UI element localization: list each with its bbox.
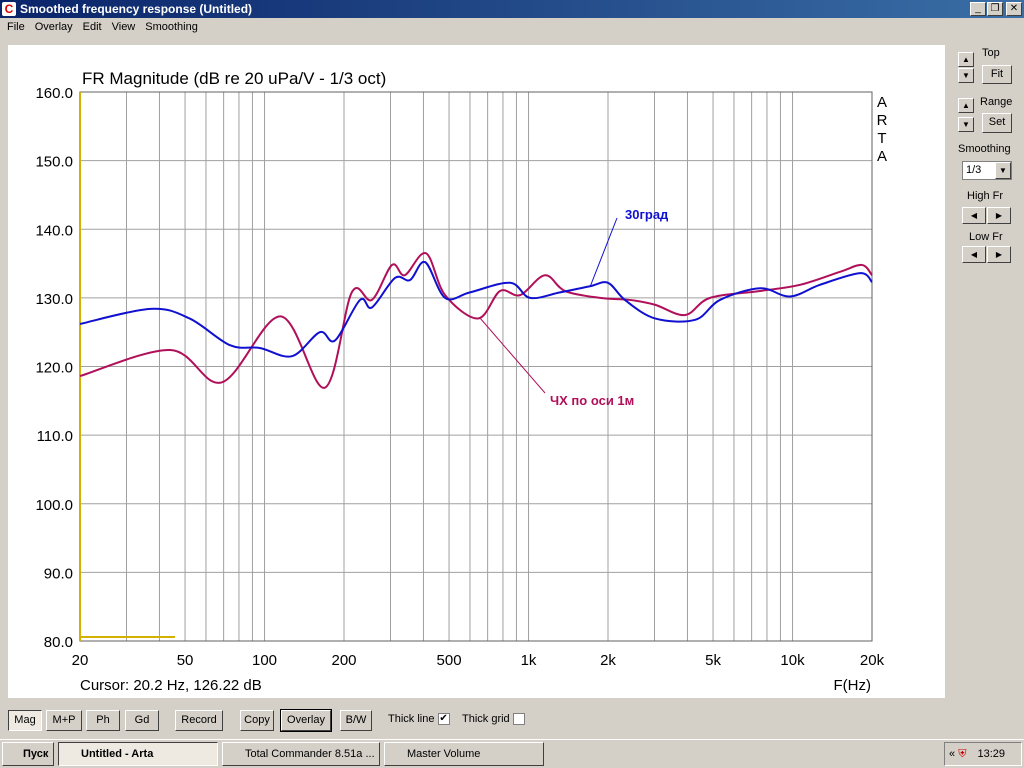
task-label: Untitled - Arta bbox=[81, 748, 154, 760]
y-tick-label: 140.0 bbox=[35, 222, 73, 239]
high-fr-right-button[interactable]: ▶ bbox=[987, 207, 1011, 224]
top-down-button[interactable]: ▼ bbox=[958, 68, 974, 83]
chevron-down-icon[interactable]: ▼ bbox=[995, 162, 1011, 179]
x-tick-label: 500 bbox=[437, 652, 462, 669]
gd-button[interactable]: Gd bbox=[125, 710, 159, 731]
x-tick-label: 20 bbox=[72, 652, 89, 669]
thick-grid-option[interactable]: Thick grid bbox=[462, 713, 525, 726]
task-master-volume[interactable]: Master Volume bbox=[384, 742, 544, 766]
ph-button[interactable]: Ph bbox=[86, 710, 120, 731]
record-button[interactable]: Record bbox=[175, 710, 223, 731]
x-tick-label: 200 bbox=[331, 652, 356, 669]
y-tick-label: 90.0 bbox=[44, 565, 73, 582]
x-tick-label: 50 bbox=[177, 652, 194, 669]
range-label: Range bbox=[980, 96, 1013, 108]
x-tick-label: 100 bbox=[252, 652, 277, 669]
copy-button[interactable]: Copy bbox=[240, 710, 274, 731]
thick-line-checkbox[interactable]: ✔ bbox=[437, 713, 450, 726]
x-axis-label: F(Hz) bbox=[834, 677, 872, 694]
start-label: Пуск bbox=[23, 748, 49, 760]
thick-line-label: Thick line bbox=[388, 713, 435, 725]
low-fr-label: Low Fr bbox=[969, 231, 1003, 243]
start-button[interactable]: Пуск bbox=[2, 742, 54, 766]
task-label: Total Commander 8.51a ... bbox=[245, 748, 375, 760]
mag-button[interactable]: Mag bbox=[8, 710, 42, 731]
smoothing-value: 1/3 bbox=[966, 164, 982, 176]
x-tick-label: 1k bbox=[521, 652, 537, 669]
cursor-readout: Cursor: 20.2 Hz, 126.22 dB bbox=[80, 677, 262, 694]
y-tick-label: 100.0 bbox=[35, 497, 73, 514]
x-tick-label: 20k bbox=[860, 652, 885, 669]
brand-letter: A bbox=[877, 148, 887, 165]
overlay-button[interactable]: Overlay bbox=[280, 709, 332, 732]
series-line-0 bbox=[79, 252, 873, 389]
annotation-30grad: 30град bbox=[625, 207, 669, 222]
annotation-axis-1m: ЧХ по оси 1м bbox=[550, 393, 634, 408]
x-tick-label: 2k bbox=[600, 652, 616, 669]
task-arta[interactable]: Untitled - Arta bbox=[58, 742, 218, 766]
chart-title: FR Magnitude (dB re 20 uPa/V - 1/3 oct) bbox=[82, 69, 386, 88]
annotation-pointer-axis bbox=[479, 317, 546, 394]
brand-letter: R bbox=[877, 112, 888, 129]
shield-icon[interactable]: ⛨ bbox=[958, 748, 966, 760]
y-tick-label: 130.0 bbox=[35, 291, 73, 308]
thick-grid-label: Thick grid bbox=[462, 713, 510, 725]
tray-expand-button[interactable]: « bbox=[949, 748, 955, 760]
brand-letter: T bbox=[877, 130, 886, 147]
top-up-button[interactable]: ▲ bbox=[958, 52, 974, 67]
task-total-commander[interactable]: Total Commander 8.51a ... bbox=[222, 742, 380, 766]
smoothing-select[interactable]: 1/3 ▼ bbox=[962, 161, 1012, 180]
system-tray: « ⛨ 13:29 bbox=[944, 742, 1022, 766]
low-fr-left-button[interactable]: ◀ bbox=[962, 246, 986, 263]
annotation-pointer-30grad bbox=[589, 217, 618, 288]
range-down-button[interactable]: ▼ bbox=[958, 117, 974, 132]
brand-letter: A bbox=[877, 94, 887, 111]
fit-button[interactable]: Fit bbox=[982, 65, 1012, 84]
x-tick-label: 5k bbox=[705, 652, 721, 669]
top-label: Top bbox=[982, 47, 1000, 59]
series-line-1 bbox=[79, 260, 873, 358]
y-tick-label: 120.0 bbox=[35, 360, 73, 377]
bw-button[interactable]: B/W bbox=[340, 710, 372, 731]
mp-button[interactable]: M+P bbox=[46, 710, 82, 731]
low-fr-right-button[interactable]: ▶ bbox=[987, 246, 1011, 263]
thick-grid-checkbox[interactable] bbox=[512, 713, 525, 726]
range-up-button[interactable]: ▲ bbox=[958, 98, 974, 113]
smoothing-label: Smoothing bbox=[958, 143, 1011, 155]
y-tick-label: 80.0 bbox=[44, 634, 73, 651]
task-label: Master Volume bbox=[407, 748, 481, 760]
y-tick-label: 150.0 bbox=[35, 154, 73, 171]
x-tick-label: 10k bbox=[780, 652, 805, 669]
high-fr-left-button[interactable]: ◀ bbox=[962, 207, 986, 224]
set-button[interactable]: Set bbox=[982, 113, 1012, 133]
clock: 13:29 bbox=[977, 748, 1006, 760]
thick-line-option[interactable]: Thick line ✔ bbox=[388, 713, 450, 726]
y-tick-label: 110.0 bbox=[37, 428, 73, 445]
taskbar: Пуск Untitled - Arta Total Commander 8.5… bbox=[0, 739, 1024, 768]
high-fr-label: High Fr bbox=[967, 190, 1004, 202]
y-tick-label: 160.0 bbox=[35, 85, 73, 102]
fr-chart[interactable]: 80.0 90.0 100.0 110.0 120.0 130.0 140.0 150.0 16… bbox=[0, 0, 1024, 768]
